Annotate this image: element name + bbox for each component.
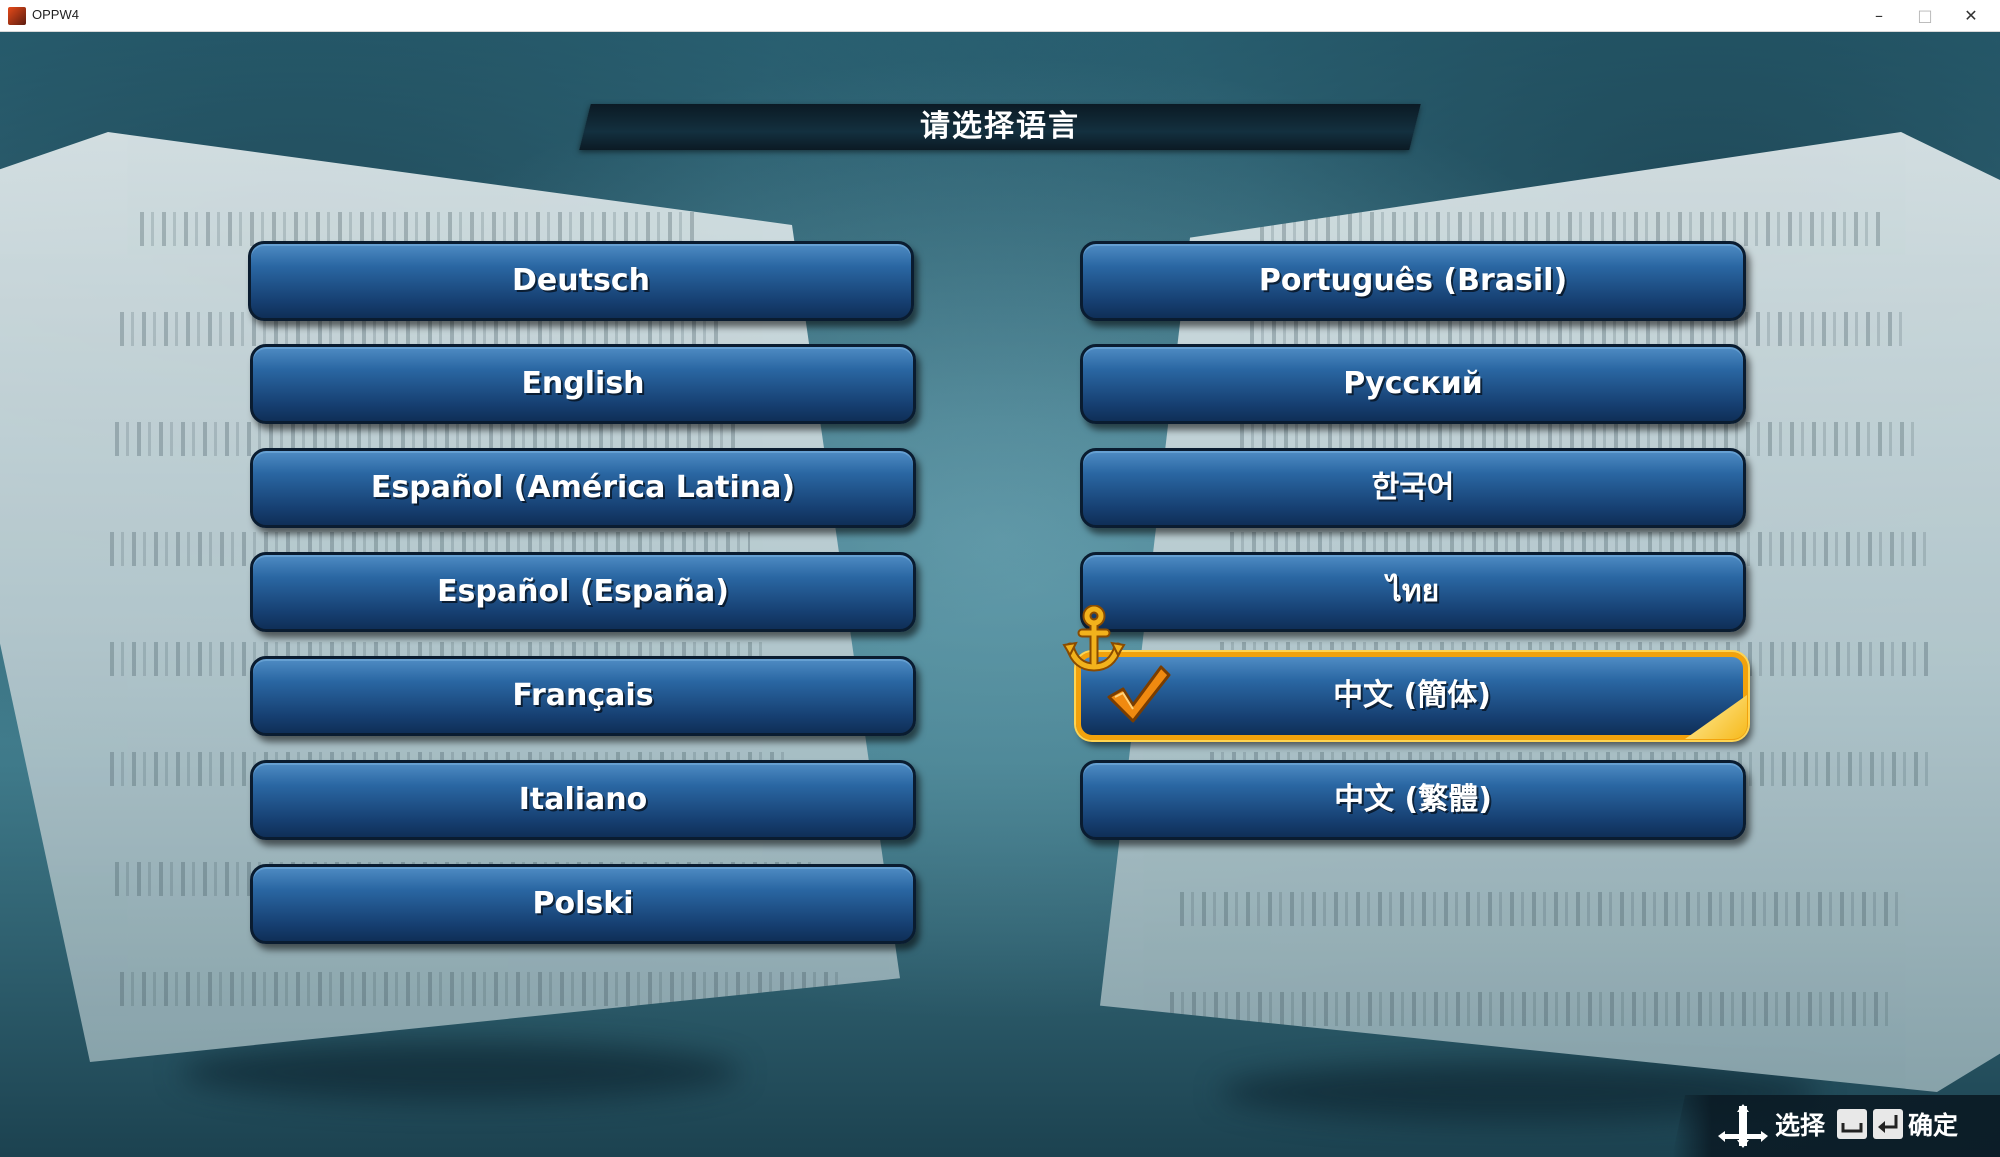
language-label: Русский bbox=[1343, 366, 1483, 401]
close-button[interactable]: ✕ bbox=[1948, 0, 1994, 31]
tablet-shadow bbox=[180, 1042, 740, 1102]
tablet-glyphs bbox=[1180, 892, 1900, 926]
page-title: 请选择语言 bbox=[920, 109, 1080, 144]
title-bar: OPPW4 – □ ✕ bbox=[0, 0, 2000, 32]
maximize-button[interactable]: □ bbox=[1902, 0, 1948, 31]
language-label: Español (España) bbox=[437, 574, 729, 609]
tablet-glyphs bbox=[120, 972, 840, 1006]
language-button-italiano[interactable]: Italiano bbox=[250, 760, 916, 840]
enter-key-icon bbox=[1873, 1109, 1903, 1139]
language-label: 中文 (繁體) bbox=[1334, 782, 1492, 817]
language-label: 한국어 bbox=[1371, 470, 1455, 505]
language-button-espanol-latam[interactable]: Español (América Latina) bbox=[250, 448, 916, 528]
app-icon bbox=[8, 7, 26, 25]
language-label: ไทย bbox=[1386, 574, 1440, 609]
language-button-thai[interactable]: ไทย bbox=[1080, 552, 1746, 632]
language-label: Polski bbox=[532, 886, 634, 921]
language-button-korean[interactable]: 한국어 bbox=[1080, 448, 1746, 528]
game-window: OPPW4 – □ ✕ 请选择语言 Deutsch English Españo… bbox=[0, 0, 2000, 1157]
confirm-hint-label: 确定 bbox=[1908, 1111, 1959, 1140]
language-label: Italiano bbox=[518, 782, 648, 817]
language-label: Español (América Latina) bbox=[370, 470, 796, 505]
window-title: OPPW4 bbox=[32, 7, 79, 22]
anchor-cursor-icon bbox=[1062, 605, 1126, 672]
language-label: 中文 (簡体) bbox=[1333, 678, 1491, 713]
language-button-polski[interactable]: Polski bbox=[250, 864, 916, 944]
minimize-button[interactable]: – bbox=[1856, 0, 1902, 31]
select-hint-label: 选择 bbox=[1775, 1111, 1826, 1140]
space-key-icon bbox=[1837, 1109, 1867, 1139]
language-label: Deutsch bbox=[512, 263, 650, 298]
language-button-chinese-simplified[interactable]: 中文 (簡体) bbox=[1076, 652, 1748, 740]
language-button-francais[interactable]: Français bbox=[250, 656, 916, 736]
tablet-glyphs bbox=[1170, 992, 1890, 1026]
language-label: Français bbox=[512, 678, 654, 713]
dpad-icon bbox=[1718, 1104, 1768, 1148]
language-button-espanol-espana[interactable]: Español (España) bbox=[250, 552, 916, 632]
language-label: Português (Brasil) bbox=[1258, 263, 1568, 298]
language-button-english[interactable]: English bbox=[250, 344, 916, 424]
language-button-chinese-traditional[interactable]: 中文 (繁體) bbox=[1080, 760, 1746, 840]
language-label: English bbox=[521, 366, 645, 401]
language-button-deutsch[interactable]: Deutsch bbox=[248, 241, 914, 321]
language-button-russian[interactable]: Русский bbox=[1080, 344, 1746, 424]
language-button-portugues-brasil[interactable]: Português (Brasil) bbox=[1080, 241, 1746, 321]
